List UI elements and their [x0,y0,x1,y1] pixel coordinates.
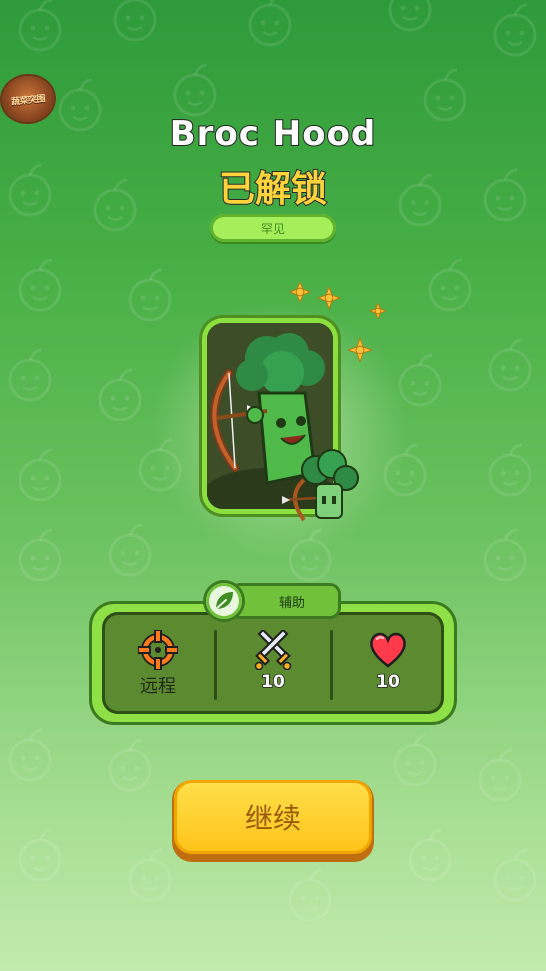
continue-label: 继续 [244,802,301,835]
stat-range: 远程 [102,612,214,714]
rarity-badge: 罕见 [210,214,336,242]
sparkle-icon [370,303,386,319]
game-logo-text: 蔬菜突围 [10,93,46,108]
unlocked-title: 已解锁 [218,168,328,211]
role-label: 辅助 [278,595,305,611]
crosshair-icon [138,630,178,670]
stat-health-value: 10 [375,671,400,693]
sparkle-icon [290,282,310,302]
broccoli-archer-sprite [282,449,359,522]
leaf-icon [215,592,233,610]
hero-name: Broc Hood [169,113,377,155]
continue-button-face[interactable]: 继续 [174,780,372,854]
rarity-label: 罕见 [260,221,285,236]
stat-range-label: 远程 [140,676,176,697]
stat-attack-value: 10 [260,671,285,693]
sparkle-icon [348,338,372,362]
crossed-swords-icon [254,630,292,670]
sparkle-icon [318,287,340,309]
stats-panel-inner: 远程 10 10 [102,612,444,714]
stats-panel: 远程 10 10 [92,604,454,722]
continue-button[interactable]: 继续 [172,780,374,862]
role-badge [206,583,242,619]
role-tag: 辅助 [232,586,338,616]
heart-icon [370,632,406,668]
stat-attack: 10 [217,612,329,714]
stat-health: 10 [332,612,444,714]
